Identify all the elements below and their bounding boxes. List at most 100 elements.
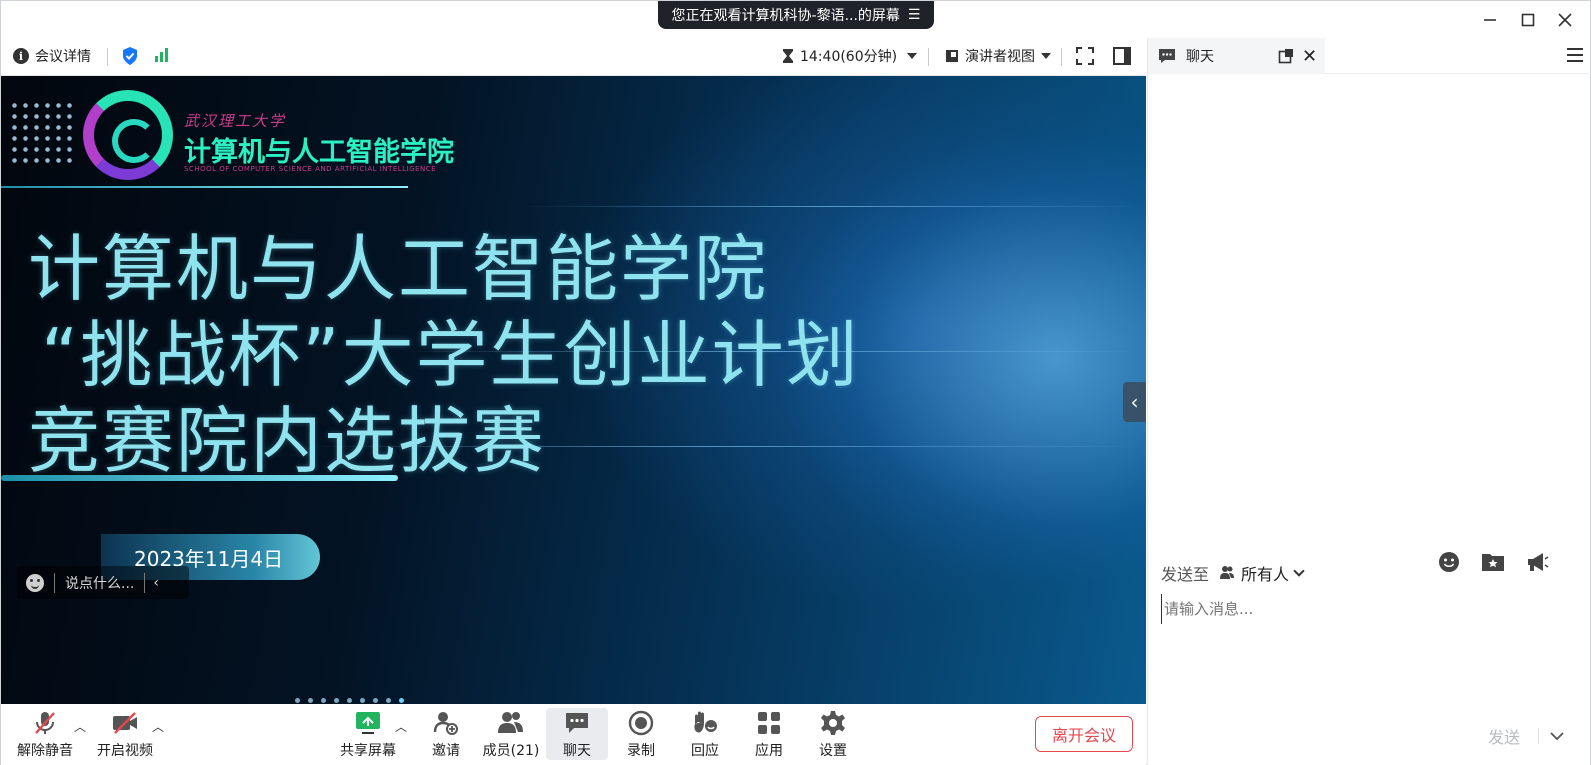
chat-message-input[interactable] [1161, 594, 1576, 624]
info-icon: i [13, 48, 29, 64]
emoji-icon[interactable] [1438, 551, 1460, 573]
send-to-target-label: 所有人 [1241, 565, 1290, 584]
share-screen-button[interactable]: 共享屏幕 [337, 708, 399, 760]
record-icon [626, 708, 656, 738]
reaction-label: 回应 [691, 743, 719, 759]
school-name: 计算机与人工智能学院 [184, 137, 454, 168]
view-mode-dropdown[interactable]: 演讲者视图 [945, 46, 1051, 66]
video-off-icon [110, 708, 140, 738]
leave-meeting-button[interactable]: 离开会议 [1035, 716, 1133, 752]
share-screen-label: 共享屏幕 [340, 743, 396, 759]
slide-title-line-3: 竞赛院内选拔赛 [28, 399, 547, 483]
raise-hand-icon [690, 708, 720, 738]
reaction-button[interactable]: 回应 [674, 708, 736, 760]
unmute-label: 解除静音 [17, 743, 73, 759]
accent-line [1, 186, 408, 188]
close-chat-icon[interactable]: ✕ [1302, 46, 1317, 67]
dot-grid-decoration [9, 100, 73, 164]
light-streak [521, 206, 1141, 207]
chat-bubble-icon [1159, 49, 1175, 63]
emoji-icon[interactable] [26, 573, 44, 592]
send-options-chevron-icon[interactable] [1550, 726, 1564, 745]
send-to-label: 发送至 [1161, 565, 1210, 584]
share-screen-icon [353, 708, 383, 738]
bottom-toolbar: 解除静音 ︿ 开启视频 ︿ 共享屏幕 ︿ 邀请 成员(21) 聊天 录制 回应 … [1, 704, 1146, 765]
caret-down-icon [907, 53, 918, 59]
meeting-info-button[interactable]: i 会议详情 [13, 46, 91, 66]
sidebar-toggle-icon[interactable] [1111, 45, 1133, 67]
share-banner-text: 您正在观看计算机科协-黎语...的屏幕 [671, 8, 900, 24]
school-script-name: 武汉理工大学 [184, 112, 287, 130]
shield-icon[interactable] [121, 46, 139, 66]
meeting-toolbar: i 会议详情 14:40(60分钟) 演讲者视图 [1, 38, 1146, 76]
members-button[interactable]: 成员(21) [480, 708, 542, 760]
folder-icon[interactable] [1481, 551, 1505, 573]
hamburger-menu-icon[interactable] [1567, 48, 1583, 62]
caret-down-icon [1041, 53, 1051, 59]
unmute-button[interactable]: 解除静音 [14, 708, 76, 760]
chat-button[interactable]: 聊天 [546, 708, 608, 760]
collapse-panel-button[interactable]: ‹ [1123, 382, 1146, 422]
title-bar: 您正在观看计算机科协-黎语...的屏幕 ☰ [1, 1, 1590, 37]
menu-icon[interactable]: ☰ [908, 7, 921, 23]
slide-dots [295, 698, 404, 703]
chat-bubble-icon [562, 708, 592, 738]
timer-text: 14:40(60分钟) [800, 49, 898, 65]
chevron-down-icon [1293, 565, 1305, 577]
layout-icon [946, 50, 958, 62]
divider [144, 572, 146, 593]
settings-button[interactable]: 设置 [802, 708, 864, 760]
chat-tab-label: 聊天 [1186, 49, 1214, 65]
school-english-name: SCHOOL OF COMPUTER SCIENCE AND ARTIFICIA… [184, 165, 436, 173]
chat-panel: 聊天 ✕ 发送至 所有人 请输入消息... 发送 [1147, 38, 1591, 765]
caret-up-icon[interactable]: ︿ [395, 718, 407, 735]
fullscreen-icon[interactable] [1074, 45, 1096, 67]
maximize-icon[interactable] [1515, 7, 1541, 33]
comment-box[interactable]: 说点什么... ‹ [17, 566, 189, 599]
minimize-icon[interactable] [1477, 7, 1503, 33]
meeting-info-label: 会议详情 [35, 49, 91, 65]
apps-label: 应用 [755, 743, 783, 759]
megaphone-icon[interactable] [1526, 551, 1550, 573]
divider [1061, 48, 1062, 66]
send-to-target[interactable]: 所有人 [1219, 561, 1305, 585]
caret-up-icon[interactable]: ︿ [152, 718, 164, 735]
meeting-window: 您正在观看计算机科协-黎语...的屏幕 ☰ i 会议详情 14:40(60分钟)… [0, 0, 1591, 765]
comment-placeholder[interactable]: 说点什么... [65, 573, 134, 593]
add-user-icon [431, 708, 461, 738]
pop-out-icon[interactable] [1278, 48, 1294, 64]
invite-label: 邀请 [432, 743, 460, 759]
record-button[interactable]: 录制 [610, 708, 672, 760]
hourglass-icon [783, 49, 793, 63]
start-video-button[interactable]: 开启视频 [94, 708, 156, 760]
chat-label: 聊天 [563, 743, 591, 759]
caret-up-icon[interactable]: ︿ [74, 718, 86, 735]
screen-share-banner[interactable]: 您正在观看计算机科协-黎语...的屏幕 ☰ [658, 1, 934, 29]
members-icon [496, 708, 526, 738]
send-button[interactable]: 发送 [1488, 724, 1520, 748]
shared-screen: 武汉理工大学 计算机与人工智能学院 SCHOOL OF COMPUTER SCI… [1, 76, 1146, 704]
gear-icon [818, 708, 848, 738]
accent-bar [1, 475, 398, 481]
divider [928, 48, 929, 66]
close-icon[interactable] [1552, 7, 1578, 33]
divider [107, 48, 108, 66]
chat-header: 聊天 ✕ [1148, 38, 1591, 74]
invite-button[interactable]: 邀请 [415, 708, 477, 760]
meeting-timer[interactable]: 14:40(60分钟) [782, 46, 918, 66]
signal-strength-icon[interactable] [155, 48, 168, 62]
record-label: 录制 [627, 743, 655, 759]
people-icon [1220, 566, 1235, 579]
members-label: 成员(21) [482, 743, 540, 759]
muted-microphone-icon [30, 708, 60, 738]
apps-button[interactable]: 应用 [738, 708, 800, 760]
chevron-left-icon[interactable]: ‹ [153, 575, 159, 591]
divider [1538, 728, 1539, 744]
send-to-selector[interactable]: 发送至 所有人 [1161, 561, 1305, 585]
chevron-left-icon: ‹ [1130, 390, 1139, 414]
school-logo [83, 90, 173, 180]
view-mode-label: 演讲者视图 [965, 49, 1035, 65]
chat-tab[interactable]: 聊天 ✕ [1148, 38, 1325, 74]
start-video-label: 开启视频 [97, 743, 153, 759]
divider [54, 572, 55, 593]
